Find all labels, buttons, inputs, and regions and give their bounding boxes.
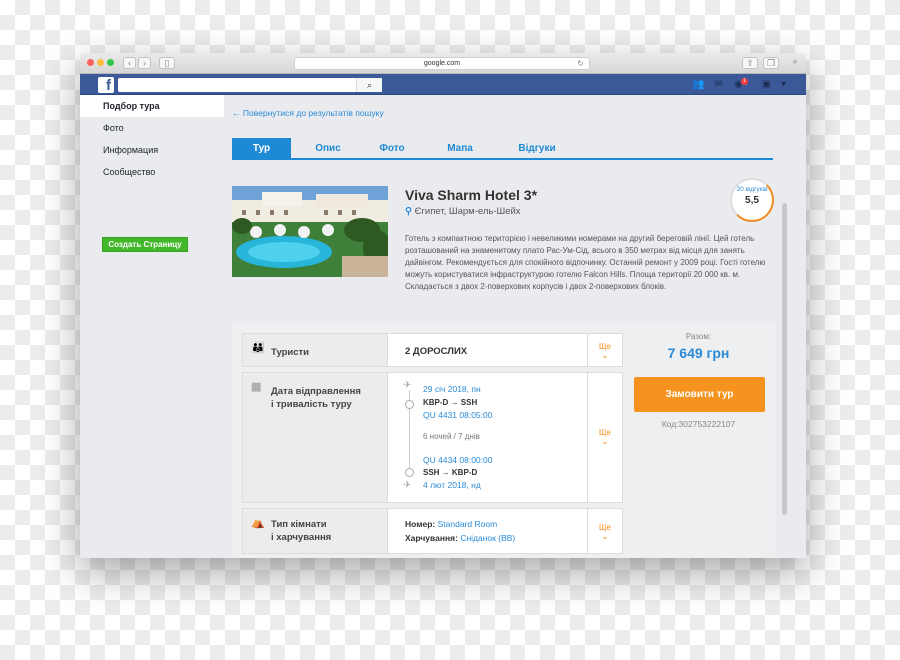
timeline-dot [405,468,414,477]
new-tab-icon[interactable]: + [790,57,800,69]
back-to-results-link[interactable]: ← Повернутися до результатів пошуку [232,108,384,118]
help-icon[interactable]: ▣ [760,78,773,91]
chevron-down-icon[interactable]: ▾ [777,78,790,91]
meal-type-value[interactable]: Сніданок (BB) [460,533,515,543]
close-window-button[interactable] [87,59,94,66]
url-text: google.com [423,60,461,67]
tab-tour[interactable]: Тур [232,138,291,160]
tab-photo[interactable]: Фото [362,138,422,160]
friends-icon[interactable]: 👥 [692,78,705,91]
zoom-window-button[interactable] [107,59,114,66]
return-route: SSH → KBP-D [423,468,478,477]
tabs-icon[interactable]: ❐ [763,57,779,69]
tab-map[interactable]: Мапа [430,138,490,160]
total-price: 7 649 грн [667,345,730,361]
sidebar-item-community[interactable]: Сообщество [80,161,230,183]
plane-departure-icon: ✈ [403,380,412,391]
scrollbar[interactable] [782,203,787,515]
reviews-count: 20 відгуків [736,186,768,193]
booking-panel: 👪 Туристи 2 ДОРОСЛИХ Ще ⌄ ▦ Дата відправл… [232,322,775,558]
meal-type: Харчування: Сніданок (BB) [405,533,515,543]
depart-date[interactable]: 29 січ 2018, пн [423,384,481,394]
tab-description[interactable]: Опис [298,138,358,160]
room-type-label: Номер: [405,519,436,529]
dates-row: ▦ Дата відправлення і тривалість туру ✈ ✈… [242,372,623,503]
tourists-label-cell: 👪 Туристи [243,334,388,366]
share-icon[interactable]: ⇧ [742,57,758,69]
order-tour-button[interactable]: Замовити тур [634,377,765,412]
minimize-window-button[interactable] [97,59,104,66]
dates-label-line2: і тривалість туру [271,399,352,410]
plane-arrival-icon: ✈ [403,480,412,491]
room-change-button[interactable]: Ще ⌄ [587,509,622,553]
tab-bar: Тур Опис Фото Мапа Відгуки [232,138,773,160]
dates-label-cell: ▦ Дата відправлення і тривалість туру [243,373,388,502]
sidebar-item-photo[interactable]: Фото [80,117,230,139]
messages-icon[interactable]: ✉ [712,78,725,91]
room-type-value[interactable]: Standard Room [438,519,498,529]
dates-change-button[interactable]: Ще ⌄ [587,373,622,502]
browser-window: ‹ › ▯ google.com ↻ ⇧ ❐ + f ⌕ 👥 ✉ ◉ 1 ▣ ▾ … [80,53,806,558]
people-icon: 👪 [251,342,265,354]
address-bar[interactable]: google.com ↻ [294,57,590,70]
room-row: ⛺ Тип кімнати і харчування Номер: Standar… [242,508,623,554]
search-icon[interactable]: ⌕ [356,78,382,92]
room-type: Номер: Standard Room [405,519,497,529]
return-flight[interactable]: QU 4434 08:00:00 [423,455,492,465]
sidebar: Подбор тура Фото Информация Сообщество С… [80,95,230,252]
rating-badge[interactable]: 20 відгуків 5,5 [730,178,774,222]
tour-code: Код:302753222107 [661,419,736,429]
meal-type-label: Харчування: [405,533,458,543]
facebook-header: f ⌕ 👥 ✉ ◉ 1 ▣ ▾ [80,74,806,95]
calendar-icon: ▦ [251,381,262,393]
room-label-line1: Тип кімнати [271,519,327,530]
sidebar-item-tour[interactable]: Подбор тура [80,95,224,117]
main-content: ← Повернутися до результатів пошуку Тур … [230,95,778,558]
sidebar-toggle-icon[interactable]: ▯ [159,57,175,69]
tourists-row: 👪 Туристи 2 ДОРОСЛИХ Ще ⌄ [242,333,623,367]
return-date[interactable]: 4 лют 2018, нд [423,480,481,490]
rating-score: 5,5 [745,195,759,206]
hotel-location: ⚲ Єгипет, Шарм-ель-Шейх [405,206,521,217]
sidebar-item-info[interactable]: Информация [80,139,230,161]
room-icon: ⛺ [251,517,265,529]
dates-label-text: Дата відправлення і тривалість туру [271,385,361,411]
trip-duration: 6 ночей / 7 днів [423,432,480,441]
tourists-label: Туристи [271,347,310,358]
total-label: Разом: [685,332,712,341]
back-arrow-icon[interactable]: ‹ [123,57,136,69]
hotel-description: Готель з компактною територією і невелик… [405,234,766,291]
facebook-logo-icon[interactable]: f [98,77,114,94]
chevron-down-icon: ⌄ [601,531,609,541]
chevron-down-icon: ⌄ [601,436,609,446]
location-pin-icon: ⚲ [405,206,412,217]
chevron-down-icon: ⌄ [601,350,609,360]
create-page-button[interactable]: Создать Страницу [102,237,188,252]
forward-arrow-icon[interactable]: › [138,57,151,69]
hotel-photo-image [232,186,388,277]
depart-route: KBP-D → SSH [423,398,478,407]
room-label-cell: ⛺ Тип кімнати і харчування [243,509,388,553]
timeline-dot [405,400,414,409]
hotel-name[interactable]: Viva Sharm Hotel 3* [405,187,537,203]
notification-badge: 1 [741,78,748,85]
depart-flight[interactable]: QU 4431 08:05:00 [423,410,492,420]
hotel-photo[interactable] [232,186,388,277]
browser-toolbar: ‹ › ▯ google.com ↻ ⇧ ❐ + [80,53,806,74]
reload-icon[interactable]: ↻ [577,58,584,70]
room-label-line2: і харчування [271,532,332,543]
dates-label-line1: Дата відправлення [271,386,361,397]
tab-reviews[interactable]: Відгуки [504,138,570,160]
room-label-text: Тип кімнати і харчування [271,518,331,544]
facebook-search-input[interactable]: ⌕ [118,78,382,92]
tourists-value: 2 ДОРОСЛИХ [405,346,468,357]
tourists-change-button[interactable]: Ще ⌄ [587,334,622,366]
hotel-location-text: Єгипет, Шарм-ель-Шейх [414,206,521,217]
